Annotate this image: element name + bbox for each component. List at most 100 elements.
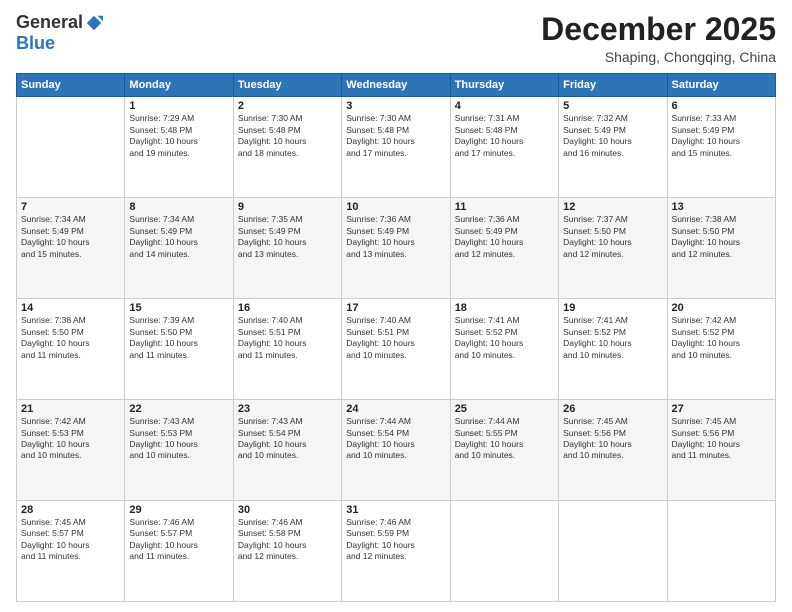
calendar-week-2: 7Sunrise: 7:34 AM Sunset: 5:49 PM Daylig… [17, 198, 776, 299]
calendar-week-1: 1Sunrise: 7:29 AM Sunset: 5:48 PM Daylig… [17, 97, 776, 198]
calendar-cell: 23Sunrise: 7:43 AM Sunset: 5:54 PM Dayli… [233, 400, 341, 501]
calendar-cell: 2Sunrise: 7:30 AM Sunset: 5:48 PM Daylig… [233, 97, 341, 198]
weekday-header-saturday: Saturday [667, 74, 775, 97]
calendar-cell: 5Sunrise: 7:32 AM Sunset: 5:49 PM Daylig… [559, 97, 667, 198]
day-number: 18 [455, 302, 554, 314]
day-number: 24 [346, 403, 445, 415]
day-info: Sunrise: 7:40 AM Sunset: 5:51 PM Dayligh… [346, 315, 445, 361]
calendar-cell: 17Sunrise: 7:40 AM Sunset: 5:51 PM Dayli… [342, 299, 450, 400]
calendar-cell: 12Sunrise: 7:37 AM Sunset: 5:50 PM Dayli… [559, 198, 667, 299]
weekday-header-sunday: Sunday [17, 74, 125, 97]
day-number: 12 [563, 201, 662, 213]
day-number: 13 [672, 201, 771, 213]
calendar-cell: 18Sunrise: 7:41 AM Sunset: 5:52 PM Dayli… [450, 299, 558, 400]
day-info: Sunrise: 7:38 AM Sunset: 5:50 PM Dayligh… [21, 315, 120, 361]
day-number: 9 [238, 201, 337, 213]
calendar-cell: 31Sunrise: 7:46 AM Sunset: 5:59 PM Dayli… [342, 501, 450, 602]
day-info: Sunrise: 7:36 AM Sunset: 5:49 PM Dayligh… [455, 214, 554, 260]
day-info: Sunrise: 7:30 AM Sunset: 5:48 PM Dayligh… [238, 113, 337, 159]
calendar-cell: 7Sunrise: 7:34 AM Sunset: 5:49 PM Daylig… [17, 198, 125, 299]
calendar-cell: 15Sunrise: 7:39 AM Sunset: 5:50 PM Dayli… [125, 299, 233, 400]
logo-blue: Blue [16, 33, 55, 54]
day-info: Sunrise: 7:32 AM Sunset: 5:49 PM Dayligh… [563, 113, 662, 159]
day-number: 8 [129, 201, 228, 213]
day-info: Sunrise: 7:46 AM Sunset: 5:57 PM Dayligh… [129, 517, 228, 563]
calendar-cell [667, 501, 775, 602]
calendar: SundayMondayTuesdayWednesdayThursdayFrid… [16, 73, 776, 602]
day-number: 26 [563, 403, 662, 415]
calendar-cell: 13Sunrise: 7:38 AM Sunset: 5:50 PM Dayli… [667, 198, 775, 299]
day-info: Sunrise: 7:39 AM Sunset: 5:50 PM Dayligh… [129, 315, 228, 361]
calendar-week-3: 14Sunrise: 7:38 AM Sunset: 5:50 PM Dayli… [17, 299, 776, 400]
day-number: 14 [21, 302, 120, 314]
day-info: Sunrise: 7:29 AM Sunset: 5:48 PM Dayligh… [129, 113, 228, 159]
day-info: Sunrise: 7:43 AM Sunset: 5:54 PM Dayligh… [238, 416, 337, 462]
calendar-body: 1Sunrise: 7:29 AM Sunset: 5:48 PM Daylig… [17, 97, 776, 602]
weekday-row: SundayMondayTuesdayWednesdayThursdayFrid… [17, 74, 776, 97]
calendar-cell: 20Sunrise: 7:42 AM Sunset: 5:52 PM Dayli… [667, 299, 775, 400]
logo-icon [85, 14, 103, 32]
page: General Blue December 2025 Shaping, Chon… [0, 0, 792, 612]
day-number: 5 [563, 100, 662, 112]
day-number: 27 [672, 403, 771, 415]
calendar-cell: 26Sunrise: 7:45 AM Sunset: 5:56 PM Dayli… [559, 400, 667, 501]
weekday-header-wednesday: Wednesday [342, 74, 450, 97]
day-number: 10 [346, 201, 445, 213]
day-info: Sunrise: 7:45 AM Sunset: 5:56 PM Dayligh… [563, 416, 662, 462]
day-number: 2 [238, 100, 337, 112]
day-number: 7 [21, 201, 120, 213]
calendar-cell: 16Sunrise: 7:40 AM Sunset: 5:51 PM Dayli… [233, 299, 341, 400]
weekday-header-monday: Monday [125, 74, 233, 97]
calendar-cell: 29Sunrise: 7:46 AM Sunset: 5:57 PM Dayli… [125, 501, 233, 602]
day-info: Sunrise: 7:33 AM Sunset: 5:49 PM Dayligh… [672, 113, 771, 159]
day-info: Sunrise: 7:30 AM Sunset: 5:48 PM Dayligh… [346, 113, 445, 159]
day-info: Sunrise: 7:36 AM Sunset: 5:49 PM Dayligh… [346, 214, 445, 260]
day-number: 29 [129, 504, 228, 516]
calendar-cell: 27Sunrise: 7:45 AM Sunset: 5:56 PM Dayli… [667, 400, 775, 501]
day-number: 3 [346, 100, 445, 112]
day-number: 1 [129, 100, 228, 112]
title-block: December 2025 Shaping, Chongqing, China [541, 12, 776, 65]
day-number: 16 [238, 302, 337, 314]
calendar-week-4: 21Sunrise: 7:42 AM Sunset: 5:53 PM Dayli… [17, 400, 776, 501]
day-number: 25 [455, 403, 554, 415]
day-info: Sunrise: 7:38 AM Sunset: 5:50 PM Dayligh… [672, 214, 771, 260]
day-number: 20 [672, 302, 771, 314]
day-info: Sunrise: 7:44 AM Sunset: 5:54 PM Dayligh… [346, 416, 445, 462]
day-info: Sunrise: 7:41 AM Sunset: 5:52 PM Dayligh… [563, 315, 662, 361]
calendar-cell: 11Sunrise: 7:36 AM Sunset: 5:49 PM Dayli… [450, 198, 558, 299]
day-number: 21 [21, 403, 120, 415]
day-number: 17 [346, 302, 445, 314]
weekday-header-thursday: Thursday [450, 74, 558, 97]
day-number: 11 [455, 201, 554, 213]
logo: General Blue [16, 12, 103, 54]
calendar-cell: 30Sunrise: 7:46 AM Sunset: 5:58 PM Dayli… [233, 501, 341, 602]
day-info: Sunrise: 7:45 AM Sunset: 5:56 PM Dayligh… [672, 416, 771, 462]
day-info: Sunrise: 7:35 AM Sunset: 5:49 PM Dayligh… [238, 214, 337, 260]
weekday-header-friday: Friday [559, 74, 667, 97]
calendar-cell: 24Sunrise: 7:44 AM Sunset: 5:54 PM Dayli… [342, 400, 450, 501]
day-info: Sunrise: 7:37 AM Sunset: 5:50 PM Dayligh… [563, 214, 662, 260]
calendar-cell: 6Sunrise: 7:33 AM Sunset: 5:49 PM Daylig… [667, 97, 775, 198]
day-info: Sunrise: 7:43 AM Sunset: 5:53 PM Dayligh… [129, 416, 228, 462]
logo-general: General [16, 12, 83, 33]
day-number: 22 [129, 403, 228, 415]
calendar-cell: 3Sunrise: 7:30 AM Sunset: 5:48 PM Daylig… [342, 97, 450, 198]
calendar-cell [559, 501, 667, 602]
day-info: Sunrise: 7:42 AM Sunset: 5:53 PM Dayligh… [21, 416, 120, 462]
day-info: Sunrise: 7:42 AM Sunset: 5:52 PM Dayligh… [672, 315, 771, 361]
day-info: Sunrise: 7:31 AM Sunset: 5:48 PM Dayligh… [455, 113, 554, 159]
day-info: Sunrise: 7:46 AM Sunset: 5:59 PM Dayligh… [346, 517, 445, 563]
day-number: 28 [21, 504, 120, 516]
calendar-cell [17, 97, 125, 198]
day-number: 31 [346, 504, 445, 516]
calendar-cell: 4Sunrise: 7:31 AM Sunset: 5:48 PM Daylig… [450, 97, 558, 198]
calendar-cell: 1Sunrise: 7:29 AM Sunset: 5:48 PM Daylig… [125, 97, 233, 198]
calendar-cell: 10Sunrise: 7:36 AM Sunset: 5:49 PM Dayli… [342, 198, 450, 299]
day-info: Sunrise: 7:44 AM Sunset: 5:55 PM Dayligh… [455, 416, 554, 462]
calendar-cell: 28Sunrise: 7:45 AM Sunset: 5:57 PM Dayli… [17, 501, 125, 602]
day-info: Sunrise: 7:41 AM Sunset: 5:52 PM Dayligh… [455, 315, 554, 361]
calendar-cell: 21Sunrise: 7:42 AM Sunset: 5:53 PM Dayli… [17, 400, 125, 501]
location: Shaping, Chongqing, China [541, 49, 776, 65]
calendar-week-5: 28Sunrise: 7:45 AM Sunset: 5:57 PM Dayli… [17, 501, 776, 602]
